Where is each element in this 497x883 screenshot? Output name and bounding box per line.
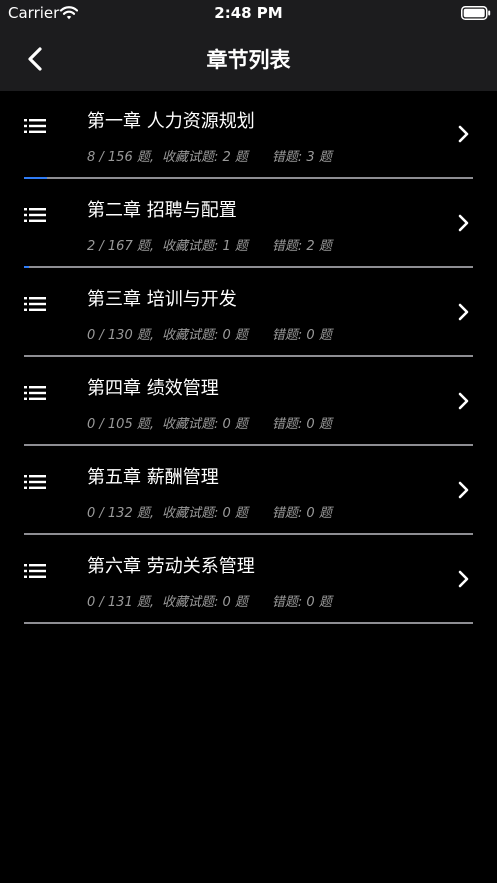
wrong-count: 错题: 2 题 [271, 239, 332, 254]
chapter-stats: 8 / 156 题, 收藏试题: 2 题 错题: 3 题 [87, 146, 332, 165]
chapter-title: 第六章 劳动关系管理 [87, 556, 255, 577]
battery-icon [461, 5, 491, 24]
chevron-right-icon [457, 392, 469, 414]
chapter-row[interactable]: 第六章 劳动关系管理 0 / 131 题, 收藏试题: 0 题 错题: 0 题 [0, 536, 497, 625]
favorite-count: 收藏试题: 0 题 [162, 506, 248, 521]
question-count: 0 / 132 题, [87, 506, 154, 521]
chapter-row[interactable]: 第四章 绩效管理 0 / 105 题, 收藏试题: 0 题 错题: 0 题 [0, 358, 497, 447]
question-count: 0 / 105 题, [87, 417, 154, 432]
progress-bar [24, 622, 473, 624]
chevron-right-icon [457, 214, 469, 236]
chapter-title: 第三章 培训与开发 [87, 289, 237, 310]
progress-fill [24, 266, 30, 268]
question-count: 0 / 130 题, [87, 328, 154, 343]
question-count: 0 / 131 题, [87, 595, 154, 610]
page-title: 章节列表 [206, 48, 291, 72]
chapter-stats: 2 / 167 题, 收藏试题: 1 题 错题: 2 题 [87, 235, 332, 254]
chapter-stats: 0 / 105 题, 收藏试题: 0 题 错题: 0 题 [87, 413, 332, 432]
wrong-count: 错题: 0 题 [271, 506, 332, 521]
list-menu-icon [24, 296, 46, 316]
chevron-right-icon [457, 303, 469, 325]
chapter-list: 第一章 人力资源规划 8 / 156 题, 收藏试题: 2 题 错题: 3 题第二章 … [0, 91, 497, 625]
chapter-stats: 0 / 130 题, 收藏试题: 0 题 错题: 0 题 [87, 324, 332, 343]
progress-bar [24, 355, 473, 357]
list-menu-icon [24, 563, 46, 583]
chapter-stats: 0 / 132 题, 收藏试题: 0 题 错题: 0 题 [87, 502, 332, 521]
wrong-count: 错题: 0 题 [271, 328, 332, 343]
wrong-count: 错题: 3 题 [271, 150, 332, 165]
chapter-title: 第二章 招聘与配置 [87, 200, 237, 221]
progress-bar [24, 444, 473, 446]
list-menu-icon [24, 118, 46, 138]
progress-bar [24, 177, 473, 179]
progress-fill [24, 177, 47, 179]
chapter-row[interactable]: 第二章 招聘与配置 2 / 167 题, 收藏试题: 1 题 错题: 2 题 [0, 180, 497, 269]
chevron-right-icon [457, 481, 469, 503]
chapter-title: 第五章 薪酬管理 [87, 467, 219, 488]
question-count: 8 / 156 题, [87, 150, 154, 165]
chapter-row[interactable]: 第五章 薪酬管理 0 / 132 题, 收藏试题: 0 题 错题: 0 题 [0, 447, 497, 536]
chapter-title: 第一章 人力资源规划 [87, 111, 255, 132]
wrong-count: 错题: 0 题 [271, 595, 332, 610]
question-count: 2 / 167 题, [87, 239, 154, 254]
list-menu-icon [24, 474, 46, 494]
list-menu-icon [24, 385, 46, 405]
progress-bar [24, 266, 473, 268]
favorite-count: 收藏试题: 1 题 [162, 239, 248, 254]
status-bar: Carrier 2:48 PM [0, 0, 497, 26]
chevron-right-icon [457, 570, 469, 592]
progress-bar [24, 533, 473, 535]
favorite-count: 收藏试题: 2 题 [162, 150, 248, 165]
chapter-row[interactable]: 第三章 培训与开发 0 / 130 题, 收藏试题: 0 题 错题: 0 题 [0, 269, 497, 358]
clock: 2:48 PM [214, 4, 283, 22]
nav-bar: 章节列表 [0, 26, 497, 91]
chapter-row[interactable]: 第一章 人力资源规划 8 / 156 题, 收藏试题: 2 题 错题: 3 题 [0, 91, 497, 180]
chapter-title: 第四章 绩效管理 [87, 378, 219, 399]
favorite-count: 收藏试题: 0 题 [162, 328, 248, 343]
wrong-count: 错题: 0 题 [271, 417, 332, 432]
favorite-count: 收藏试题: 0 题 [162, 595, 248, 610]
list-menu-icon [24, 207, 46, 227]
favorite-count: 收藏试题: 0 题 [162, 417, 248, 432]
chapter-stats: 0 / 131 题, 收藏试题: 0 题 错题: 0 题 [87, 591, 332, 610]
chevron-right-icon [457, 125, 469, 147]
